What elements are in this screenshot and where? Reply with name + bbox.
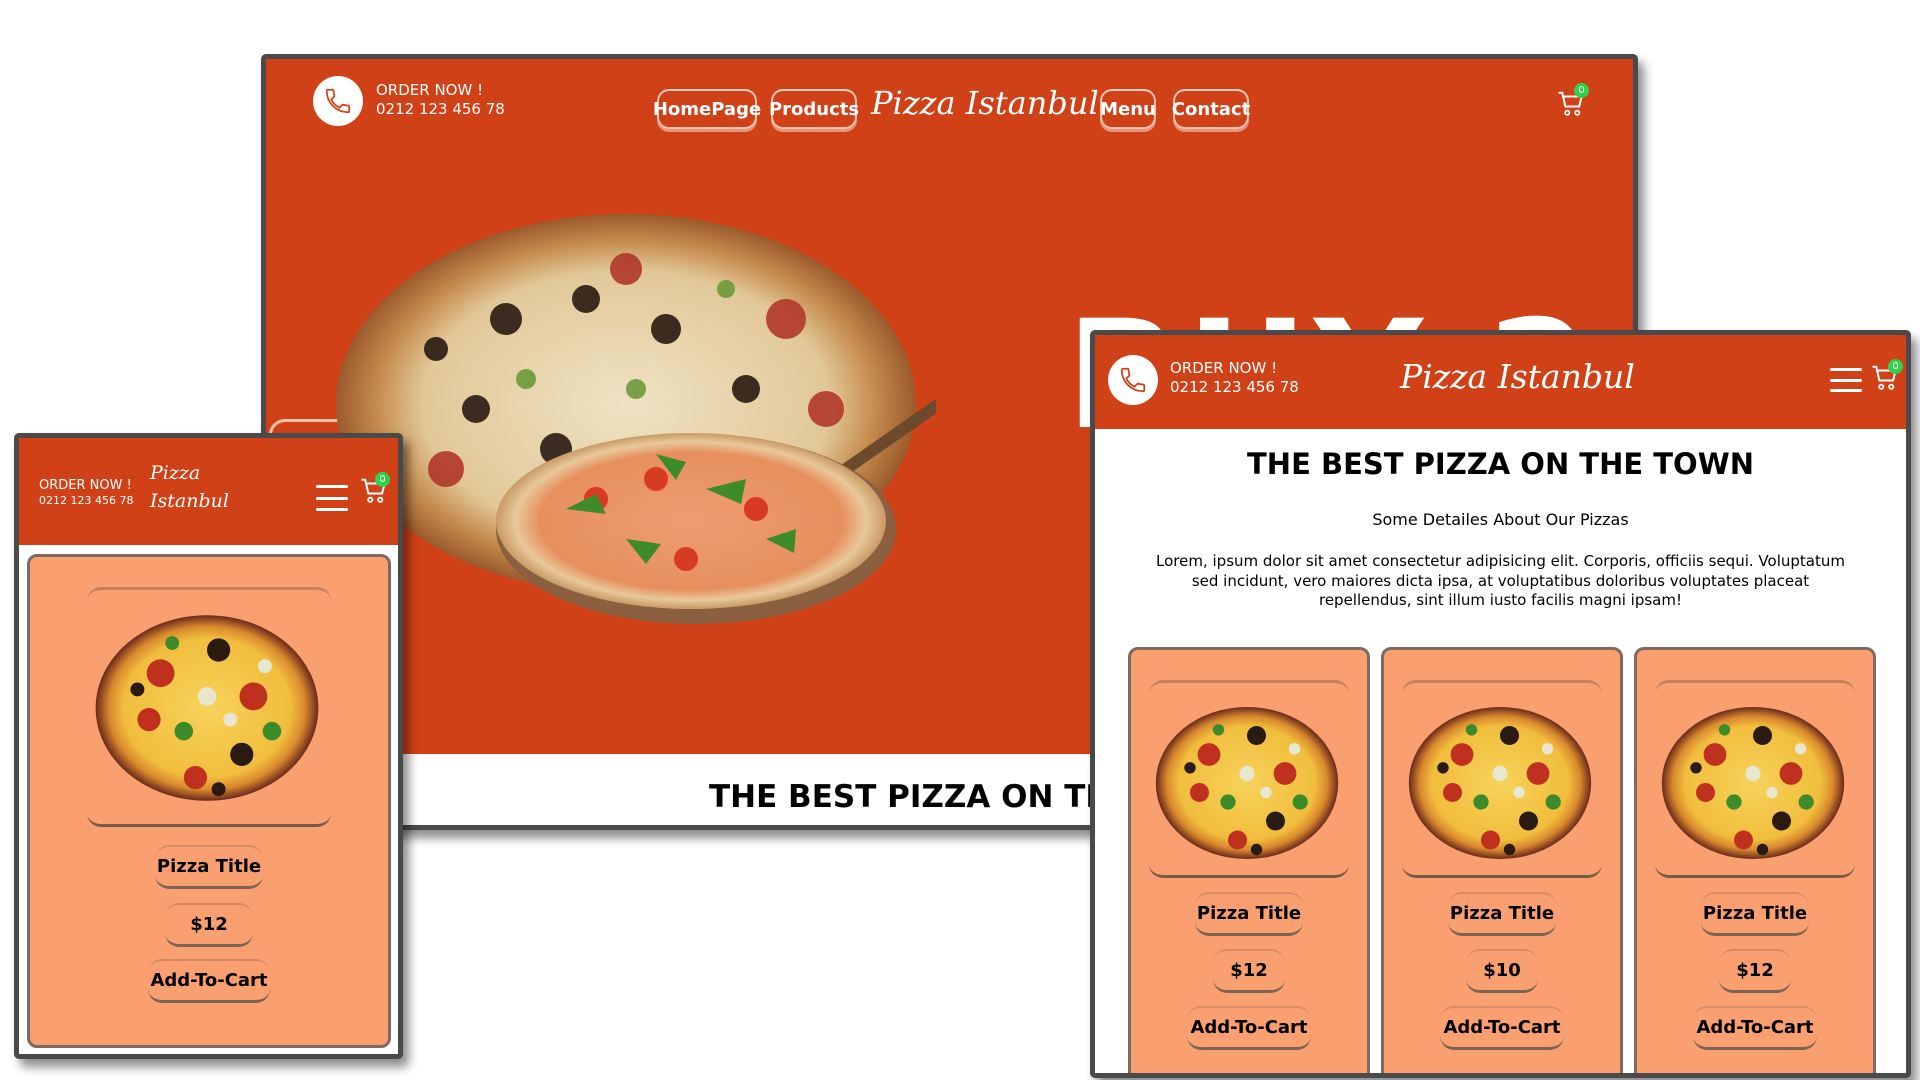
add-to-cart-button[interactable]: Add-To-Cart: [148, 959, 270, 1003]
product-card: Pizza Title $12 Add-To-Cart: [1128, 647, 1370, 1073]
cart-button[interactable]: 0: [359, 472, 393, 510]
pizza-title: Pizza Title: [1195, 892, 1303, 936]
pizza-image: [95, 615, 319, 801]
tablet-preview: ORDER NOW ! 0212 123 456 78 Pizza Istanb…: [1090, 330, 1911, 1078]
pizza-image: [1408, 707, 1592, 859]
add-to-cart-button[interactable]: Add-To-Cart: [1440, 1006, 1564, 1050]
pizza-price: $10: [1466, 949, 1538, 993]
product-card: Pizza Title $12 Add-To-Cart: [1634, 647, 1876, 1073]
cart-count-badge: 0: [1574, 83, 1589, 98]
pizza-title: Pizza Title: [1448, 892, 1556, 936]
tablet-header: ORDER NOW ! 0212 123 456 78 Pizza Istanb…: [1095, 335, 1906, 429]
section-description: Lorem, ipsum dolor sit amet consectetur …: [1156, 552, 1845, 609]
cart-button[interactable]: 0: [1556, 83, 1590, 123]
cart-count-badge: 0: [375, 472, 390, 487]
phone-icon: [1108, 355, 1158, 405]
mobile-header: ORDER NOW ! 0212 123 456 78 Pizza Istanb…: [19, 438, 398, 545]
pizza-image: [1155, 707, 1339, 859]
product-image-frame: [1655, 680, 1855, 878]
nav-homepage[interactable]: HomePage: [653, 89, 761, 129]
pizza-price: $12: [1213, 949, 1285, 993]
phone-number: 0212 123 456 78: [1170, 377, 1299, 396]
order-now-label: ORDER NOW !: [1170, 359, 1278, 377]
brand-logo[interactable]: Pizza Istanbul: [150, 460, 229, 515]
phone-icon: [313, 76, 363, 126]
order-info: ORDER NOW ! 0212 123 456 78: [1170, 359, 1299, 397]
mobile-preview: ORDER NOW ! 0212 123 456 78 Pizza Istanb…: [14, 433, 403, 1059]
brand-line-1: Pizza: [150, 462, 201, 484]
brand-logo[interactable]: Pizza Istanbul: [871, 84, 1099, 122]
pizza-image: [1661, 707, 1845, 859]
nav-menu[interactable]: Menu: [1100, 89, 1156, 129]
hamburger-menu-icon[interactable]: [316, 485, 348, 511]
product-card: Pizza Title $12 Add-To-Cart: [27, 554, 391, 1048]
order-now-label: ORDER NOW !: [376, 81, 484, 99]
section-title: THE BEST PIZZA ON THE TOWN: [1247, 447, 1754, 481]
phone-number: 0212 123 456 78: [39, 494, 134, 508]
pizza-price: $12: [165, 903, 253, 947]
add-to-cart-button[interactable]: Add-To-Cart: [1693, 1006, 1817, 1050]
order-now-label: ORDER NOW !: [39, 478, 132, 493]
phone-number: 0212 123 456 78: [376, 99, 505, 118]
order-info: ORDER NOW ! 0212 123 456 78: [376, 81, 505, 119]
nav-products[interactable]: Products: [769, 89, 859, 129]
hamburger-menu-icon[interactable]: [1830, 368, 1862, 392]
cart-count-badge: 0: [1888, 359, 1903, 374]
add-to-cart-button[interactable]: Add-To-Cart: [1187, 1006, 1311, 1050]
product-image-frame: [87, 587, 331, 827]
pizza-title: Pizza Title: [1701, 892, 1809, 936]
hero-pizza-image: [336, 214, 936, 624]
product-image-frame: [1402, 680, 1602, 878]
pizza-title: Pizza Title: [155, 845, 263, 889]
nav-contact[interactable]: Contact: [1172, 89, 1250, 129]
brand-logo[interactable]: Pizza Istanbul: [1400, 357, 1635, 396]
section-subtitle: Some Detailes About Our Pizzas: [1372, 510, 1629, 529]
cart-button[interactable]: 0: [1870, 359, 1904, 397]
product-card: Pizza Title $10 Add-To-Cart: [1381, 647, 1623, 1073]
order-info: ORDER NOW ! 0212 123 456 78: [39, 478, 133, 508]
pizza-price: $12: [1719, 949, 1791, 993]
product-image-frame: [1149, 680, 1349, 878]
brand-line-2: Istanbul: [150, 489, 229, 512]
